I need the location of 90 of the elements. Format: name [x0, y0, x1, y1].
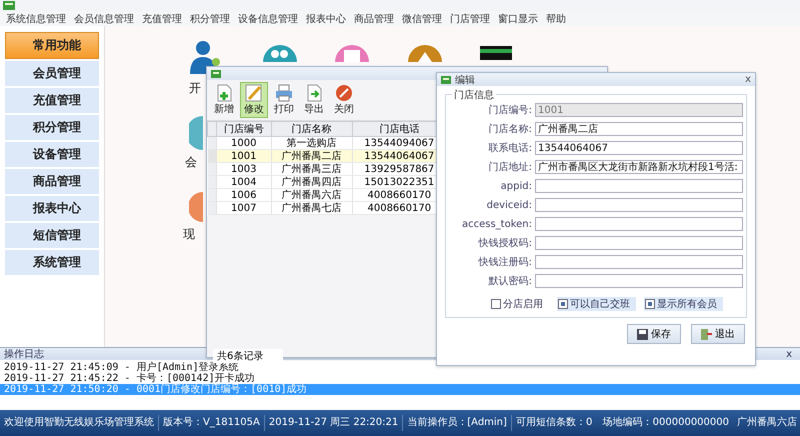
- table-cell: 1003: [216, 162, 271, 176]
- dialog-title: 编辑: [455, 74, 476, 86]
- toolbar-button[interactable]: 关闭: [330, 82, 358, 118]
- toolbar-button[interactable]: 新增: [210, 82, 238, 118]
- column-header[interactable]: 门店编号: [216, 122, 271, 136]
- sidebar-item[interactable]: 报表中心: [5, 196, 99, 221]
- input-field[interactable]: [535, 274, 743, 288]
- toolbar-button[interactable]: 导出: [300, 82, 328, 118]
- menu-item[interactable]: 会员信息管理: [74, 12, 134, 26]
- status-text: 2019-11-27 周三 22:20:21: [264, 415, 404, 431]
- table-cell: 广州番禺三店: [271, 162, 352, 176]
- save-button[interactable]: 保存: [627, 324, 681, 344]
- toolbar-button[interactable]: 修改: [240, 82, 268, 118]
- printer-icon: [275, 84, 293, 102]
- sidebar-item[interactable]: 会员管理: [5, 61, 99, 86]
- record-count: 共6条记录: [213, 349, 283, 363]
- checkbox[interactable]: 分店启用: [490, 297, 549, 311]
- menu-item[interactable]: 帮助: [546, 12, 566, 26]
- status-text: 当前操作员：[Admin]: [403, 415, 512, 431]
- sidebar-item[interactable]: 短信管理: [5, 223, 99, 248]
- input-field[interactable]: [535, 217, 743, 231]
- field-label: appid:: [500, 180, 533, 192]
- menu-item[interactable]: 窗口显示: [498, 12, 538, 26]
- column-header[interactable]: 门店名称: [271, 122, 352, 136]
- status-text: 广州番禺六店: [736, 416, 798, 430]
- app-icon: [211, 70, 221, 78]
- menu-item[interactable]: 系统信息管理: [6, 12, 66, 26]
- app-icon: [3, 1, 15, 10]
- close-icon: [335, 84, 353, 102]
- field-label: access_token:: [460, 218, 533, 230]
- checkbox[interactable]: 可以自己交班: [557, 297, 636, 311]
- floppy-icon: [637, 328, 648, 340]
- table-cell: 广州番禺四店: [271, 176, 352, 188]
- field-label: 门店编号:: [488, 104, 533, 117]
- exit-button[interactable]: 退出: [691, 324, 745, 344]
- menu-item[interactable]: 门店管理: [450, 12, 490, 26]
- table-cell: 1007: [216, 202, 271, 214]
- input-field[interactable]: [535, 179, 743, 193]
- group-title: 门店信息: [452, 88, 496, 102]
- input-field[interactable]: [535, 198, 743, 212]
- status-text: 场地编码：000000000000: [602, 416, 730, 430]
- sidebar-item[interactable]: 积分管理: [5, 115, 99, 140]
- shortcut-label[interactable]: 现: [183, 226, 195, 243]
- menu-item[interactable]: 充值管理: [142, 12, 182, 26]
- field-label: 快钱注册码:: [477, 256, 533, 269]
- log-line: 2019-11-27 21:45:22 - 卡号：[000142]开卡成功: [3, 373, 256, 384]
- export-document-icon: [305, 84, 323, 102]
- status-text: 欢迎使用智勤无线娱乐场管理系统: [0, 415, 159, 431]
- shortcut-label[interactable]: 开: [189, 80, 201, 97]
- sidebar-item[interactable]: 设备管理: [5, 142, 99, 167]
- input-field[interactable]: 广州市番禺区大龙街市新路新水坑村段1号活:: [535, 160, 743, 174]
- toolbar-button[interactable]: 打印: [270, 82, 298, 118]
- shortcut-label[interactable]: 会: [185, 154, 197, 171]
- sidebar-item[interactable]: 系统管理: [5, 250, 99, 275]
- menu-item[interactable]: 设备信息管理: [238, 12, 298, 26]
- field-label: 默认密码:: [488, 274, 533, 288]
- exit-door-icon: [701, 328, 712, 340]
- pencil-icon: [245, 84, 263, 102]
- menu-item[interactable]: 积分管理: [190, 12, 230, 26]
- table-cell: 广州番禺二店: [271, 150, 352, 162]
- table-cell: 广州番禺七店: [271, 202, 352, 214]
- status-text: 版本号：V_181105A: [159, 415, 265, 431]
- input-field[interactable]: 广州番禺二店: [535, 122, 743, 136]
- table-cell: 1006: [216, 188, 271, 202]
- input-field[interactable]: 13544064067: [535, 141, 743, 155]
- field-label: 联系电话:: [488, 142, 533, 155]
- field-label: 门店地址:: [488, 160, 533, 174]
- sidebar-item[interactable]: 常用功能: [5, 32, 99, 59]
- input-field[interactable]: [535, 236, 743, 250]
- table-row[interactable]: 1001 广州番禺二店 13544064067: [208, 150, 446, 162]
- close-button[interactable]: x: [786, 348, 792, 360]
- field-label: deviceid:: [486, 200, 533, 210]
- checkbox[interactable]: 显示所有会员: [644, 297, 723, 311]
- card-icon: [480, 46, 512, 60]
- sidebar-item[interactable]: 充值管理: [5, 88, 99, 113]
- sidebar-item[interactable]: 商品管理: [5, 169, 99, 194]
- status-text: 可用短信条数：0: [514, 416, 594, 430]
- field-label: 快钱授权码:: [477, 236, 533, 250]
- add-document-icon: [215, 84, 233, 102]
- table-cell: 广州番禺六店: [271, 188, 352, 202]
- menu-item[interactable]: 微信管理: [402, 12, 442, 26]
- app-icon: [441, 76, 451, 84]
- menu-item[interactable]: 报表中心: [306, 12, 346, 26]
- input-field[interactable]: [535, 255, 743, 269]
- table-cell: 1001: [216, 150, 271, 162]
- menu-item[interactable]: 商品管理: [354, 12, 394, 26]
- panel-title: 操作日志: [4, 348, 44, 361]
- close-button[interactable]: x: [745, 74, 755, 85]
- table-cell: 1004: [216, 176, 271, 188]
- field-label: 门店名称:: [488, 122, 533, 136]
